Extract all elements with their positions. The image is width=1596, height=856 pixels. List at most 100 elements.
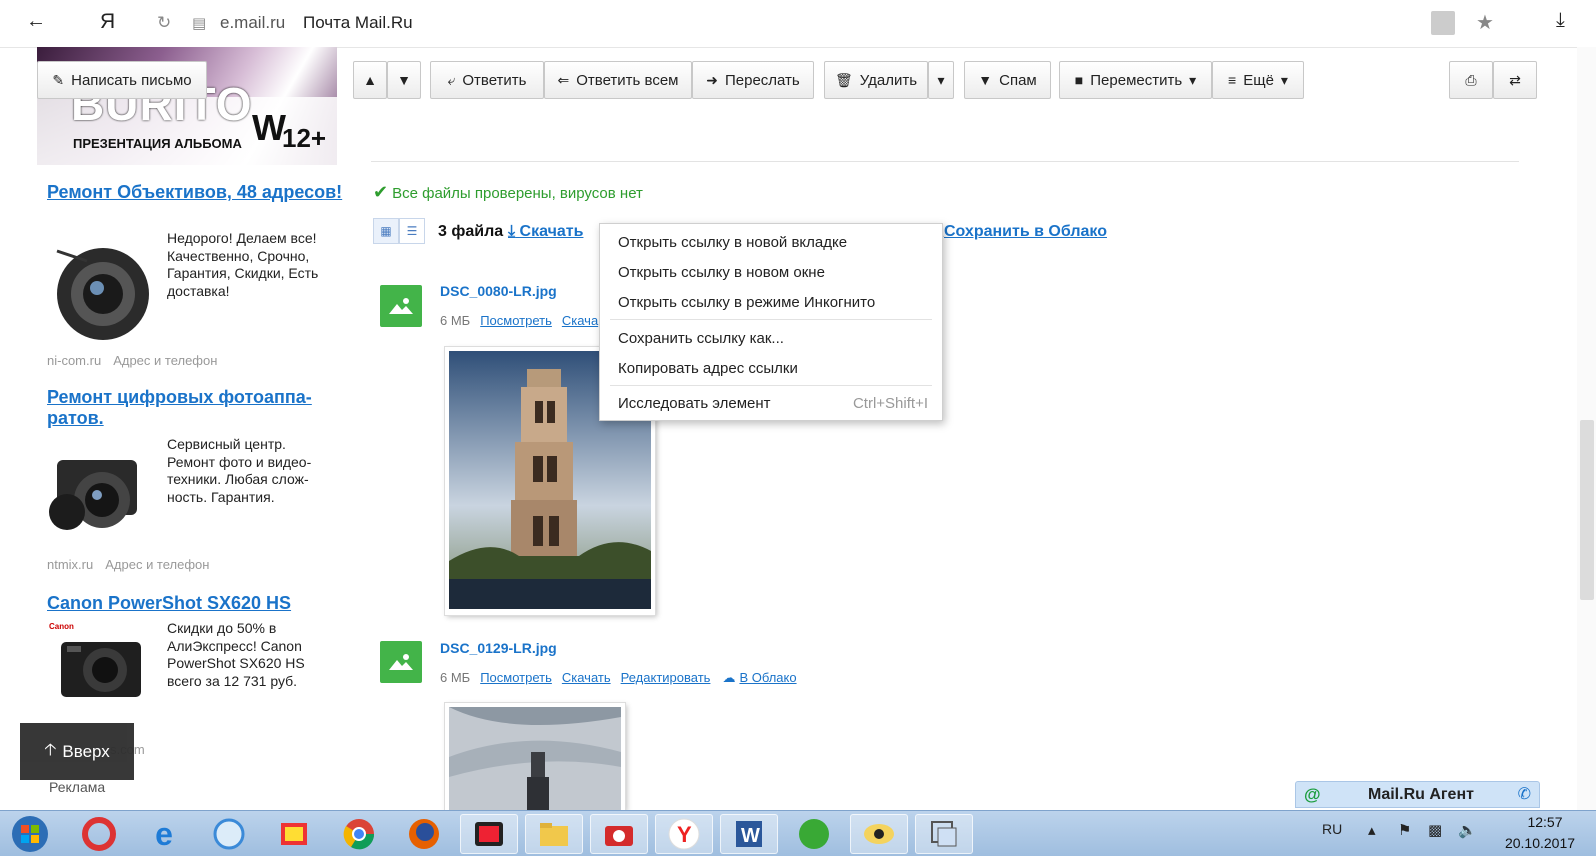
bookmark-star-icon[interactable]: ★ <box>1476 10 1494 35</box>
reply-all-label: Ответить всем <box>576 71 679 89</box>
ad-title-3[interactable]: Canon PowerShot SX620 HS <box>47 593 347 614</box>
image-file-icon[interactable] <box>380 285 422 327</box>
move-button[interactable]: ■ Переместить ▾ <box>1059 61 1212 99</box>
checkmark-icon: ✔ <box>373 182 389 202</box>
clock-app-icon[interactable] <box>200 814 258 854</box>
file-view-link-2[interactable]: Посмотреть <box>480 670 552 685</box>
more-label: Ещё <box>1243 71 1274 89</box>
file-download-link-2[interactable]: Скачать <box>562 670 611 685</box>
page-info-icon[interactable]: ▤ <box>192 14 206 32</box>
app-green-icon[interactable] <box>785 814 843 854</box>
ad-address-link-1[interactable]: Адрес и телефон <box>113 353 217 368</box>
cloud-icon: ☁ <box>722 670 736 685</box>
caret-down-icon: ▾ <box>1280 71 1288 88</box>
next-message-button[interactable]: ▼ <box>387 61 421 99</box>
word-icon[interactable]: W <box>720 814 778 854</box>
network-signal-icon[interactable]: ▩ <box>1428 821 1442 839</box>
print-button[interactable]: ⎙ <box>1449 61 1493 99</box>
files-count: 3 файла <box>438 223 504 240</box>
ctx-open-new-window[interactable]: Открыть ссылку в новом окне <box>618 264 825 281</box>
ctx-separator <box>610 319 932 320</box>
save-to-cloud-link[interactable]: Сохранить в Облако <box>944 223 1107 241</box>
mailru-agent-bar[interactable]: @ Mail.Ru Агент ✆ <box>1295 781 1540 808</box>
start-button[interactable] <box>2 814 58 854</box>
ad-domain-1[interactable]: ni-com.ru <box>47 353 101 368</box>
camera-image[interactable] <box>47 442 155 550</box>
file-name-2[interactable]: DSC_0129-LR.jpg <box>440 640 557 656</box>
ccleaner-icon[interactable] <box>70 814 128 854</box>
list-view-button[interactable]: ☰ <box>399 218 425 244</box>
yandex-browser-icon[interactable]: Y <box>655 814 713 854</box>
url-domain[interactable]: e.mail.ru <box>220 13 285 33</box>
delete-dropdown-button[interactable]: ▾ <box>928 61 954 99</box>
ctx-inspect-element[interactable]: Исследовать элемент <box>618 395 771 412</box>
ad-title-1[interactable]: Ремонт Объективов, 48 адресов! <box>47 182 347 203</box>
spam-button[interactable]: ▼ Спам <box>964 61 1051 99</box>
ad-domain-2[interactable]: ntmix.ru <box>47 557 93 572</box>
page-title[interactable]: Почта Mail.Ru <box>303 13 413 33</box>
caret-down-icon: ▾ <box>937 71 945 88</box>
internet-explorer-icon[interactable]: e <box>135 814 193 854</box>
lens-image[interactable] <box>47 236 155 344</box>
reply-label: Ответить <box>462 71 527 89</box>
clock-time[interactable]: 12:57 <box>1505 814 1585 830</box>
chrome-icon[interactable] <box>330 814 388 854</box>
clock-date[interactable]: 20.10.2017 <box>1495 835 1585 851</box>
image-thumbnail-2[interactable] <box>445 703 625 810</box>
lock-icon[interactable] <box>1431 11 1455 35</box>
volume-icon[interactable]: 🔈 <box>1458 821 1477 839</box>
ad-label: Реклама <box>49 779 106 795</box>
thumbs-down-icon: ▼ <box>978 72 993 88</box>
file-cloud-link-2[interactable]: В Облако <box>739 670 796 685</box>
download-icon[interactable]: ⤓ <box>1556 9 1565 32</box>
arrow-up-icon: 🡡 <box>44 740 57 759</box>
image-viewer-icon[interactable] <box>850 814 908 854</box>
ad-title-2[interactable]: Ремонт цифровых фотоаппа-ратов. <box>47 387 347 429</box>
ctx-copy-link-address[interactable]: Копировать адрес ссылки <box>618 360 798 377</box>
ctx-save-link-as[interactable]: Сохранить ссылку как... <box>618 330 784 347</box>
translate-button[interactable]: ⇄ <box>1493 61 1537 99</box>
ad-address-link-2[interactable]: Адрес и телефон <box>105 557 209 572</box>
scrollbar-thumb[interactable] <box>1580 420 1594 600</box>
delete-button[interactable]: 🗑 Удалить <box>824 61 928 99</box>
camera-app-icon[interactable] <box>590 814 648 854</box>
app-icon[interactable] <box>265 814 323 854</box>
video-app-icon[interactable] <box>460 814 518 854</box>
show-hidden-icons-icon[interactable]: ▴ <box>1368 821 1376 839</box>
ctx-open-incognito[interactable]: Открыть ссылку в режиме Инкогнито <box>618 294 875 311</box>
forward-button[interactable]: ➜ Переслать <box>692 61 814 99</box>
delete-label: Удалить <box>859 71 918 89</box>
phone-icon[interactable]: ✆ <box>1518 784 1531 804</box>
more-button[interactable]: ≡ Ещё ▾ <box>1212 61 1304 99</box>
download-icon: ⤓ <box>508 223 516 240</box>
file-explorer-icon[interactable] <box>525 814 583 854</box>
firefox-icon[interactable] <box>395 814 453 854</box>
ad-meta-2: ntmix.ru Адрес и телефон <box>47 557 221 572</box>
compose-button[interactable]: ✎ Написать письмо <box>37 61 207 99</box>
action-center-flag-icon[interactable]: ⚑ <box>1398 821 1411 839</box>
translate-icon: ⇄ <box>1509 71 1521 88</box>
image-file-icon[interactable] <box>380 641 422 683</box>
reply-all-button[interactable]: ⇐ Ответить всем <box>544 61 692 99</box>
context-menu: Открыть ссылку в новой вкладке Открыть с… <box>599 223 943 421</box>
back-arrow-icon[interactable]: ← <box>26 10 46 33</box>
file-edit-link-2[interactable]: Редактировать <box>621 670 711 685</box>
reply-button[interactable]: ⤶ Ответить <box>430 61 544 99</box>
language-indicator[interactable]: RU <box>1322 821 1342 837</box>
powershot-image[interactable] <box>47 636 155 706</box>
grid-view-button[interactable]: ▦ <box>373 218 399 244</box>
reload-icon[interactable]: ↻ <box>157 13 171 33</box>
file-size-2: 6 МБ <box>440 670 471 685</box>
scroll-to-top-button[interactable]: 🡡 Вверх <box>20 723 134 780</box>
file-view-link-1[interactable]: Посмотреть <box>480 313 552 328</box>
file-name-1[interactable]: DSC_0080-LR.jpg <box>440 283 557 299</box>
scroll-to-top-label: Вверх <box>62 741 110 761</box>
file-download-link-1[interactable]: Скача <box>562 313 598 328</box>
move-label: Переместить <box>1090 71 1183 89</box>
snipping-tool-icon[interactable] <box>915 814 973 854</box>
agent-at-icon: @ <box>1304 785 1321 804</box>
prev-message-button[interactable]: ▲ <box>353 61 387 99</box>
ctx-open-new-tab[interactable]: Открыть ссылку в новой вкладке <box>618 234 847 251</box>
yandex-logo[interactable]: Я <box>100 10 115 34</box>
download-all-link[interactable]: ⤓ Скачать <box>508 223 583 241</box>
